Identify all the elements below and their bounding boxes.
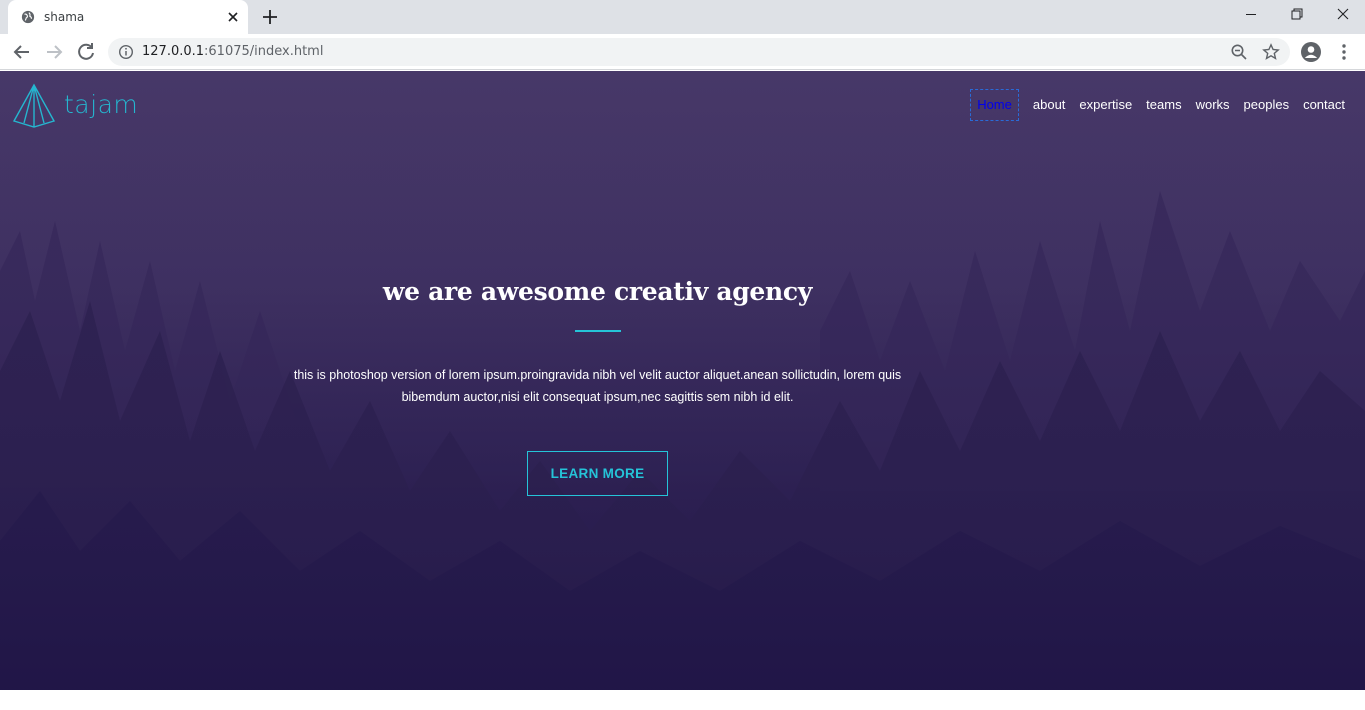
nav-link-contact[interactable]: contact — [1303, 89, 1345, 121]
info-icon[interactable] — [118, 44, 134, 60]
nav-link-works[interactable]: works — [1196, 89, 1230, 121]
browser-toolbar: 127.0.0.1:61075/index.html — [0, 34, 1365, 70]
window-close-icon[interactable] — [1320, 0, 1365, 30]
main-nav: Home about expertise teams works peoples… — [970, 89, 1345, 121]
arrow-left-icon[interactable] — [10, 40, 34, 64]
hero-divider — [575, 330, 621, 332]
hero-description: this is photoshop version of lorem ipsum… — [270, 364, 925, 408]
hero-title: we are awesome creativ agency — [382, 277, 813, 306]
kebab-menu-icon[interactable] — [1334, 42, 1354, 62]
account-icon[interactable] — [1300, 41, 1322, 63]
hero-description-line-1: this is photoshop version of lorem ipsum… — [293, 368, 902, 382]
reload-icon[interactable] — [74, 40, 98, 64]
site-logo[interactable]: tajam — [12, 83, 138, 129]
globe-icon — [21, 10, 35, 24]
minimize-icon[interactable] — [1228, 0, 1274, 30]
pyramid-logo-icon — [12, 83, 56, 128]
nav-link-home[interactable]: Home — [970, 89, 1019, 121]
arrow-right-icon[interactable] — [42, 40, 66, 64]
hero-description-line-2: bibemdum auctor,nisi elit consequat ipsu… — [401, 390, 794, 404]
tab-title: shama — [44, 10, 85, 24]
star-icon[interactable] — [1262, 43, 1280, 61]
page-viewport: tajam Home about expertise teams works p… — [0, 71, 1365, 690]
logo-text: tajam — [64, 90, 139, 119]
plus-icon[interactable] — [260, 7, 280, 27]
address-bar[interactable]: 127.0.0.1:61075/index.html — [108, 38, 1290, 66]
restore-icon[interactable] — [1274, 0, 1320, 30]
learn-more-button[interactable]: LEARN MORE — [527, 451, 668, 496]
nav-link-teams[interactable]: teams — [1146, 89, 1181, 121]
browser-tab[interactable]: shama — [8, 0, 248, 34]
close-icon[interactable] — [225, 9, 241, 25]
nav-link-peoples[interactable]: peoples — [1244, 89, 1290, 121]
url-host: 127.0.0.1 — [142, 44, 205, 59]
browser-tab-strip: shama — [0, 0, 1365, 34]
url-text: 127.0.0.1:61075/index.html — [142, 44, 323, 59]
url-path: :61075/index.html — [204, 44, 324, 59]
nav-link-about[interactable]: about — [1033, 89, 1066, 121]
zoom-out-icon[interactable] — [1230, 43, 1248, 61]
nav-link-expertise[interactable]: expertise — [1079, 89, 1132, 121]
